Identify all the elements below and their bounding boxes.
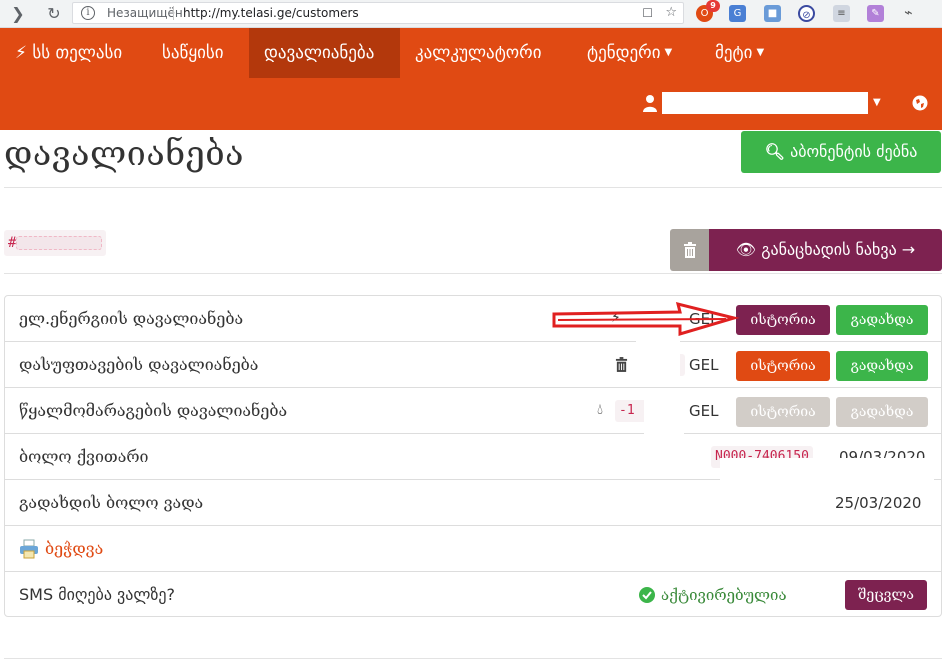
nav-item-home[interactable]: საწყისი (147, 28, 239, 78)
customer-id-badge: # (4, 230, 107, 256)
nav-item-more[interactable]: მეტი ▼ (700, 28, 779, 78)
nav-more-label: მეტი (715, 43, 753, 63)
security-label: Незащищён (107, 6, 183, 20)
url-text[interactable]: http://my.telasi.ge/customers (183, 3, 359, 23)
row-label: გადახდის ბოლო ვადა (19, 493, 204, 512)
divider (4, 187, 942, 188)
divider (4, 273, 942, 274)
user-name-redacted[interactable] (662, 92, 868, 114)
redaction-mask (644, 388, 684, 434)
chevron-down-icon: ▼ (756, 47, 765, 58)
history-button[interactable]: ისტორია (736, 397, 830, 427)
info-icon[interactable]: i (81, 6, 95, 20)
sms-status: აქტივირებულია (661, 586, 787, 604)
row-label: SMS მიღება ვალზე? (19, 585, 176, 604)
extension-reader-icon[interactable]: ≡ (833, 5, 850, 22)
table-row-cleaning: დასუფთავების დავალიანება ) GEL ისტორია გ… (5, 342, 941, 388)
history-button[interactable]: ისტორია (736, 351, 830, 381)
bookmark-icon[interactable]: ☐ (642, 3, 653, 23)
view-application-button[interactable]: 👁︎ განაცხადის ნახვა → (709, 229, 942, 271)
print-link[interactable]: ბეჭდვა (45, 526, 103, 572)
table-row-print: ბეჭდვა (5, 526, 941, 572)
star-icon[interactable]: ☆ (665, 3, 677, 23)
row-label: დასუფთავების დავალიანება (19, 355, 259, 374)
extension-edit-icon[interactable]: ✎ (867, 5, 884, 22)
table-row-water: წყალმომარაგების დავალიანება 💧︎ -15 GEL ი… (5, 388, 941, 434)
trash-icon (615, 357, 628, 372)
forward-icon[interactable]: ❯ (8, 4, 28, 24)
nav-item-calculator[interactable]: კალკულატორი (400, 28, 557, 78)
extension-translate-icon[interactable]: G (729, 5, 746, 22)
table-row-electricity: ელ.ენერგიის დავალიანება ⚡︎ GEL ისტორია გ… (5, 296, 941, 342)
redaction-mask (636, 340, 680, 386)
brand-label: სს თელასი (32, 43, 123, 63)
user-icon (643, 95, 657, 112)
search-button-label: აბონენტის ძებნა (790, 142, 918, 161)
delete-button[interactable] (670, 229, 710, 271)
page-title: დავალიანება (4, 134, 244, 174)
nav-tender-label: ტენდერი (587, 43, 661, 63)
divider (4, 658, 942, 659)
row-label: წყალმომარაგების დავალიანება (19, 401, 288, 420)
main-navbar: ⚡︎ სს თელასი საწყისი დავალიანება კალკულა… (0, 28, 942, 130)
browser-toolbar: ❯ ↻ i Незащищён http://my.telasi.ge/cust… (0, 0, 942, 28)
amount-prefix: -1 (619, 403, 635, 418)
search-icon: 🔍︎ (764, 142, 785, 161)
currency-label: GEL (689, 402, 719, 420)
address-separator (173, 6, 174, 20)
trash-icon (684, 242, 696, 258)
customer-id-redacted (16, 236, 103, 250)
printer-icon (20, 539, 38, 559)
chevron-down-icon: ▼ (664, 47, 673, 58)
address-bar[interactable]: i Незащищён http://my.telasi.ge/customer… (72, 2, 684, 24)
pay-button[interactable]: გადახდა (836, 305, 928, 335)
currency-label: GEL (689, 356, 719, 374)
customer-id-hash: # (8, 235, 17, 251)
row-label: ბოლო ქვითარი (19, 447, 149, 466)
notification-badge: 9 (706, 0, 720, 12)
row-label: ელ.ენერგიის დავალიანება (19, 309, 244, 328)
bolt-icon: ⚡︎ (15, 43, 27, 63)
pay-button[interactable]: გადახდა (836, 351, 928, 381)
annotation-arrow-icon (552, 301, 740, 337)
nav-item-debts[interactable]: დავალიანება (249, 28, 400, 78)
globe-icon[interactable] (912, 95, 928, 111)
search-customer-button[interactable]: 🔍︎ აბონენტის ძებნა (741, 131, 941, 173)
extension-block-icon[interactable]: ⊘ (798, 5, 815, 22)
eye-icon: 👁︎ (735, 240, 757, 259)
user-menu-chevron-icon[interactable]: ▼ (873, 92, 881, 114)
check-circle-icon (639, 587, 655, 603)
pay-button[interactable]: გადახდა (836, 397, 928, 427)
view-application-label: განაცხადის ნახვა → (761, 240, 916, 259)
reload-icon[interactable]: ↻ (44, 4, 64, 24)
change-sms-button[interactable]: შეცვლა (845, 580, 927, 610)
redaction-mask (720, 458, 934, 494)
nav-item-tender[interactable]: ტენდერი ▼ (572, 28, 687, 78)
debt-table: ელ.ენერგიის დავალიანება ⚡︎ GEL ისტორია გ… (4, 295, 942, 617)
history-button[interactable]: ისტორია (736, 305, 830, 335)
water-drop-icon: 💧︎ (597, 400, 604, 418)
extension-feed-icon[interactable]: ⌁ (900, 5, 917, 22)
extension-puzzle-icon[interactable]: ■ (764, 5, 781, 22)
nav-brand[interactable]: ⚡︎ სს თელასი (0, 28, 137, 78)
table-row-sms: SMS მიღება ვალზე? აქტივირებულია შეცვლა (5, 572, 941, 618)
